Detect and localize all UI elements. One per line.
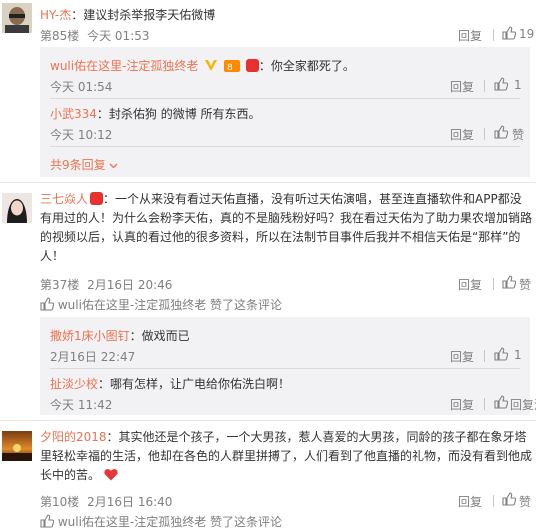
reply-author[interactable]: 小武334 xyxy=(50,107,97,121)
comment-text: ：建议封杀举报李天佑微博 xyxy=(71,8,216,22)
avatar-portrait-icon xyxy=(2,193,32,223)
thumbs-up-icon[interactable] xyxy=(494,77,508,91)
like-count: 1 xyxy=(514,348,522,362)
member-badge-icon xyxy=(245,59,259,72)
avatar-portrait-icon xyxy=(2,3,32,33)
comment-time: 2月16日 20:46 xyxy=(87,278,173,292)
floor-number: 第85楼 xyxy=(40,29,80,43)
avatar[interactable] xyxy=(2,431,32,461)
like-button[interactable]: 回复洗 xyxy=(510,396,536,413)
thumbs-up-icon[interactable] xyxy=(502,275,516,289)
divider xyxy=(484,398,485,410)
reply-button[interactable]: 回复 xyxy=(458,27,482,44)
liked-by-text: wuli佑在这里-注定孤独终老 赞了这条评论 xyxy=(57,515,283,529)
svg-text:8: 8 xyxy=(227,63,233,72)
reply-button[interactable]: 回复 xyxy=(450,396,474,413)
comment-text-line: ：一个从来没有看过天佑直播，没有听过天佑演唱，甚至连直播软件和APP都没 xyxy=(103,192,522,206)
thumbs-up-icon[interactable] xyxy=(494,395,508,409)
comment-time: 2月16日 16:40 xyxy=(87,495,173,509)
comment-text-line: 人！ xyxy=(40,249,65,263)
divider xyxy=(484,128,485,140)
like-count: 19 xyxy=(519,27,535,41)
thumbs-up-icon xyxy=(40,297,55,311)
like-button[interactable]: 赞 xyxy=(519,276,531,293)
liked-by-text: wuli佑在这里-注定孤独终老 赞了这条评论 xyxy=(57,298,283,312)
comment-text-line: 长中的苦。 xyxy=(40,468,101,482)
vip-v-icon xyxy=(204,59,218,72)
avatar[interactable] xyxy=(2,193,32,223)
divider xyxy=(0,420,536,421)
heart-emoji-icon xyxy=(104,469,118,481)
divider xyxy=(484,350,485,362)
member-badge-icon xyxy=(90,192,104,205)
reply-button[interactable]: 回复 xyxy=(450,348,474,365)
more-replies-label: 共9条回复 xyxy=(50,158,106,172)
thumbs-up-icon[interactable] xyxy=(494,347,508,361)
comment-author[interactable]: 夕阳的2018 xyxy=(40,430,107,444)
reply-text: ：封杀佑狗 的微博 所有东西。 xyxy=(96,107,261,121)
reply-button[interactable]: 回复 xyxy=(458,493,482,510)
chevron-down-icon xyxy=(110,163,118,169)
more-replies-link[interactable]: 共9条回复 xyxy=(50,156,118,173)
like-button[interactable]: 赞 xyxy=(512,126,524,143)
comment-text-line: ：其实他还是个孩子，一个大男孩，惹人喜爱的大男孩，同龄的孩子都在象牙塔 xyxy=(106,430,527,444)
sunset-avatar-icon xyxy=(2,431,32,461)
avatar[interactable] xyxy=(2,3,32,33)
reply-button[interactable]: 回复 xyxy=(450,126,474,143)
liked-by-note: wuli佑在这里-注定孤独终老 赞了这条评论 xyxy=(40,513,282,530)
thumbs-up-icon[interactable] xyxy=(502,492,516,506)
reply-box: wuli佑在这里-注定孤独终老 8 ：你全家都死了。 今天 01:54 回复 1… xyxy=(40,47,530,177)
comment-text-line: 有用过的人！为什么会粉李天佑，真的不是脑残粉好吗？我在看过天佑为了助力果农增加销… xyxy=(40,211,533,225)
thumbs-up-icon[interactable] xyxy=(494,125,508,139)
reply-author[interactable]: 扯淡少校 xyxy=(50,377,98,391)
vip-crown-icon: 8 xyxy=(224,59,241,73)
comment-text-line: 里轻松幸福的生活，他却在各色的人群里拼搏了，人们看到了他直播的礼物，而没有看到他… xyxy=(40,449,533,463)
divider xyxy=(493,278,494,290)
reply-text: ：做戏而已 xyxy=(129,329,190,343)
reply-text: ：哪有怎样，让广电给你佑洗白啊！ xyxy=(98,377,291,391)
reply-time: 2月16日 22:47 xyxy=(50,350,136,364)
like-button[interactable]: 赞 xyxy=(519,493,531,510)
reply-time: 今天 01:54 xyxy=(50,80,113,94)
thumbs-up-icon xyxy=(40,514,55,528)
comment-text-line: 的视频以后，认真的看过他的很多资料，所以在法制节目事件后我并不相信天佑是“那样”… xyxy=(40,230,521,244)
floor-number: 第37楼 xyxy=(40,278,80,292)
comment-author[interactable]: HY-杰 xyxy=(40,8,71,22)
divider xyxy=(50,368,520,369)
comment-author[interactable]: 三七焱人 xyxy=(40,192,88,206)
reply-button[interactable]: 回复 xyxy=(450,78,474,95)
reply-author[interactable]: wuli佑在这里-注定孤独终老 xyxy=(50,59,198,73)
comment-time: 今天 01:53 xyxy=(87,29,150,43)
reply-time: 今天 11:42 xyxy=(50,398,113,412)
divider xyxy=(0,182,536,183)
liked-by-note: wuli佑在这里-注定孤独终老 赞了这条评论 xyxy=(40,296,282,313)
thumbs-up-icon[interactable] xyxy=(502,26,516,40)
divider xyxy=(493,495,494,507)
floor-number: 第10楼 xyxy=(40,495,80,509)
divider xyxy=(493,29,494,41)
reply-button[interactable]: 回复 xyxy=(458,276,482,293)
reply-author[interactable]: 撒娇1床小图钉 xyxy=(50,329,130,343)
divider xyxy=(50,98,520,99)
reply-text: ：你全家都死了。 xyxy=(258,59,355,73)
divider xyxy=(484,80,485,92)
reply-box: 撒娇1床小图钉：做戏而已 2月16日 22:47 回复 1 扯淡少校：哪有怎样，… xyxy=(40,317,536,415)
like-count: 1 xyxy=(514,78,522,92)
divider xyxy=(50,146,520,147)
reply-time: 今天 10:12 xyxy=(50,128,113,142)
